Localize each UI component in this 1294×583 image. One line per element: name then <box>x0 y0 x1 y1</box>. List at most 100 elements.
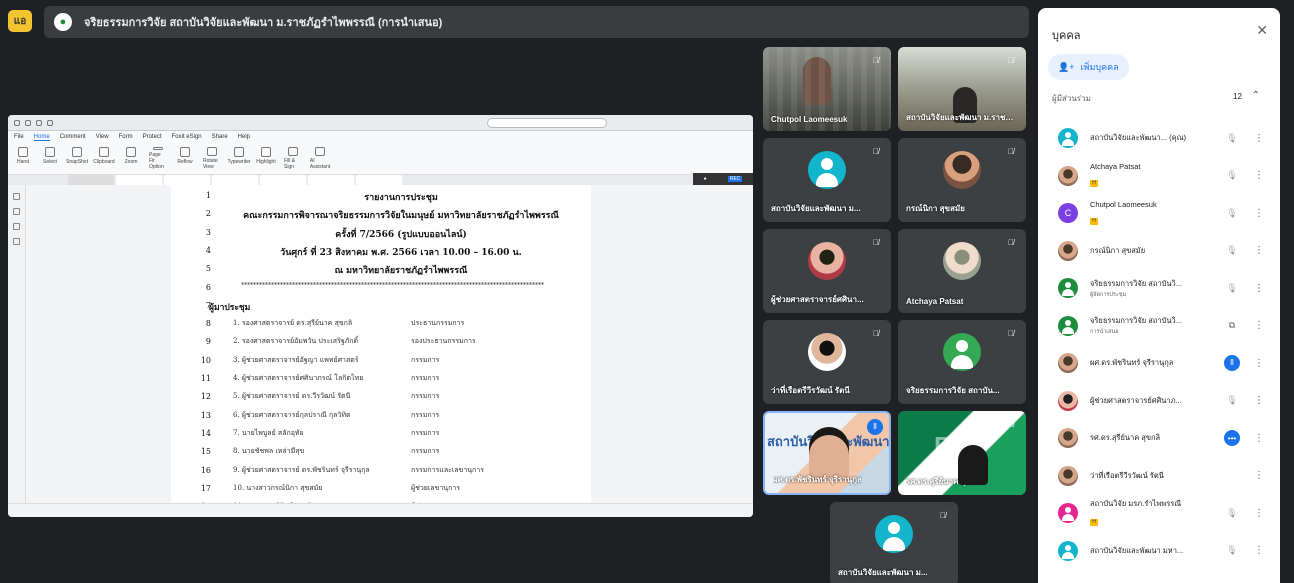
participant-row[interactable]: รศ.ดร.สุรีย์นาค สุขกลิ ••• ⋮ <box>1048 420 1270 456</box>
speaking-icon[interactable]: ⦀ <box>1224 355 1240 371</box>
participant-row[interactable]: กรณ์นิกา สุขสมัย 🎙 ⋮ <box>1048 233 1270 269</box>
participant-tile[interactable]: 🎙̸ รศ.ดร.สุรีย์นาค สุขกลิ <box>898 411 1026 495</box>
more-options-icon[interactable]: ⋮ <box>1254 320 1264 331</box>
pdf-menu-item[interactable]: Protect <box>143 134 162 140</box>
pdf-menu-item[interactable]: Form <box>119 134 133 140</box>
presenting-icon[interactable]: ⧉ <box>1224 320 1240 331</box>
participant-row[interactable]: ผศ.ดร.พัชรินทร์ จุรีรานุกุล ⦀ ⋮ <box>1048 345 1270 381</box>
participant-row[interactable]: จริยธรรมการวิจัย สถาบันวิ... การนำเสนอ ⧉ ⋮ <box>1048 308 1270 344</box>
pdf-doc-tab[interactable] <box>356 175 402 185</box>
tool-icon <box>18 147 28 157</box>
participant-name: ผู้ช่วยศาสตราจารย์ศศินาภ... <box>1090 395 1182 405</box>
participant-tile[interactable]: 🎙̸ สถาบันวิจัยและพัฒนา ม... <box>830 502 958 583</box>
pages-icon[interactable] <box>13 208 20 215</box>
participant-avatar <box>1058 315 1078 336</box>
participant-row[interactable]: ว่าที่เรือตรีวีรวัฒน์ รัตนี ⋮ <box>1048 458 1270 494</box>
mic-off-icon: 🎙̸ <box>940 510 946 520</box>
pdf-tool-button[interactable]: Reflow <box>176 147 194 170</box>
pdf-menu-item[interactable]: Home <box>33 134 50 141</box>
pdf-doc-tab[interactable] <box>308 175 354 185</box>
attachment-icon[interactable] <box>13 238 20 245</box>
pdf-doc-tab[interactable] <box>260 175 306 185</box>
mic-off-icon[interactable]: 🎙 <box>1224 208 1240 219</box>
participant-tile[interactable]: 🎙̸ Chutpol Laomeesuk <box>763 47 891 131</box>
mic-off-icon[interactable]: 🎙 <box>1224 545 1240 556</box>
pdf-search-input[interactable] <box>487 117 607 128</box>
more-options-icon[interactable]: ⋮ <box>1254 545 1264 556</box>
tool-icon <box>234 147 244 157</box>
more-options-icon[interactable]: ⋮ <box>1254 245 1264 256</box>
participant-tile-name: Atchaya Patsat <box>906 297 964 306</box>
pdf-menu-item[interactable]: File <box>14 134 24 140</box>
in-call-header[interactable]: ผู้มีส่วนร่วม 12 <box>1052 92 1266 105</box>
doc-line-role: ประธานกรรมการ <box>411 319 465 328</box>
doc-line-text: 2. รองศาสตราจารย์อัมพวัน ประเสริฐภักดิ์ <box>233 337 359 346</box>
participant-row[interactable]: สถาบันวิจัยและพัฒนา... (คุณ) 🎙 ⋮ <box>1048 120 1270 156</box>
mic-off-icon[interactable]: 🎙 <box>1224 283 1240 294</box>
tool-label: Reflow <box>177 159 193 165</box>
participant-tile[interactable]: 🎙̸ ว่าที่เรือตรีวีรวัฒน์ รัตนี <box>763 320 891 404</box>
mic-off-icon: 🎙̸ <box>873 55 879 65</box>
participant-tile[interactable]: 🎙̸ สถาบันวิจัยและพัฒนา ม.ราชภัฏรำไพ... <box>898 47 1026 131</box>
mic-off-icon[interactable]: 🎙 <box>1224 245 1240 256</box>
participant-tile[interactable]: 🎙̸ Atchaya Patsat <box>898 229 1026 313</box>
participant-tile[interactable]: 🎙̸ กรณ์นิกา สุขสมัย <box>898 138 1026 222</box>
pdf-tool-button[interactable]: Clipboard <box>93 147 115 170</box>
chevron-up-icon[interactable]: ⌃ <box>1252 90 1260 101</box>
pdf-doc-tab[interactable] <box>68 175 114 185</box>
participant-avatar <box>1058 428 1078 448</box>
participant-row[interactable]: ผู้ช่วยศาสตราจารย์ศศินาภ... 🎙 ⋮ <box>1048 383 1270 419</box>
participant-row[interactable]: จริยธรรมการวิจัย สถาบันวิ... ผู้จัดการประ… <box>1048 270 1270 306</box>
pdf-doc-tab[interactable] <box>164 175 210 185</box>
pdf-menu-item[interactable]: View <box>96 134 109 140</box>
audio-level-icon[interactable]: ••• <box>1224 430 1240 446</box>
more-options-icon[interactable]: ⋮ <box>1254 133 1264 144</box>
doc-line-role: กรรมการ <box>411 392 440 401</box>
more-options-icon[interactable]: ⋮ <box>1254 358 1264 369</box>
participant-row[interactable]: สถาบันวิจัยและพัฒนา มหา... 🎙 ⋮ <box>1048 533 1270 569</box>
participant-row[interactable]: Atchaya Patsat H 🎙 ⋮ <box>1048 158 1270 194</box>
mic-off-icon[interactable]: 🎙 <box>1224 508 1240 519</box>
participant-row[interactable]: สถาบันวิจัย มรภ.รำไพพรรณี H 🎙 ⋮ <box>1048 495 1270 531</box>
participant-tile[interactable]: 🎙̸ จริยธรรมการวิจัย สถาบัน... <box>898 320 1026 404</box>
pdf-tool-button[interactable]: Rotate View <box>203 147 221 170</box>
participant-avatar <box>1058 165 1078 186</box>
mic-off-icon[interactable]: 🎙 <box>1224 133 1240 144</box>
pdf-tool-button[interactable]: AI Assistant <box>310 147 330 170</box>
mic-off-icon[interactable]: 🎙 <box>1224 395 1240 406</box>
pdf-doc-tab[interactable] <box>212 175 258 185</box>
bookmark-icon[interactable] <box>13 193 20 200</box>
pdf-tool-button[interactable]: Page Fit Option <box>149 147 167 170</box>
pdf-doc-tab[interactable] <box>116 175 162 185</box>
pdf-menu-item[interactable]: Foxit eSign <box>172 134 202 140</box>
pdf-tool-button[interactable]: Fill & Sign <box>284 147 302 170</box>
line-number: 10 <box>200 355 211 365</box>
participant-avatar <box>875 514 913 553</box>
pdf-tool-button[interactable]: Highlight <box>256 147 276 170</box>
more-options-icon[interactable]: ⋮ <box>1254 283 1264 294</box>
more-options-icon[interactable]: ⋮ <box>1254 170 1264 181</box>
participant-tile[interactable]: 🎙̸ สถาบันวิจัยและพัฒนา ม... <box>763 138 891 222</box>
more-options-icon[interactable]: ⋮ <box>1254 470 1264 481</box>
close-icon[interactable]: ✕ <box>1256 22 1268 39</box>
more-options-icon[interactable]: ⋮ <box>1254 208 1264 219</box>
more-options-icon[interactable]: ⋮ <box>1254 433 1264 444</box>
layers-icon[interactable] <box>13 223 20 230</box>
pdf-tool-button[interactable]: SnapShot <box>66 147 88 170</box>
participant-tile[interactable]: ⦀ ผศ.ดร.พัชรินทร์ จุรีรานุกุล <box>763 411 891 495</box>
more-options-icon[interactable]: ⋮ <box>1254 395 1264 406</box>
pdf-menu-item[interactable]: Share <box>212 134 228 140</box>
app-icon[interactable]: แอ <box>8 10 32 32</box>
pdf-tool-button[interactable]: Hand <box>14 147 32 170</box>
more-options-icon[interactable]: ⋮ <box>1254 508 1264 519</box>
pdf-tool-button[interactable]: Select <box>41 147 59 170</box>
pdf-tool-button[interactable]: Zoom <box>122 147 140 170</box>
mic-off-icon[interactable]: 🎙 <box>1224 170 1240 181</box>
pdf-menu-item[interactable]: Help <box>238 134 250 140</box>
participant-tile[interactable]: 🎙̸ ผู้ช่วยศาสตราจารย์ศศินา... <box>763 229 891 313</box>
add-people-button[interactable]: 👤+ เพิ่มบุคคล <box>1048 54 1129 80</box>
participant-row[interactable]: C Chutpol Laomeesuk H 🎙 ⋮ <box>1048 195 1270 231</box>
pdf-ribbon: Hand Select SnapShot Clipboard Zoom Page Fit … <box>8 143 753 175</box>
pdf-tool-button[interactable]: Typewriter <box>227 147 251 170</box>
pdf-menu-item[interactable]: Comment <box>60 134 86 140</box>
